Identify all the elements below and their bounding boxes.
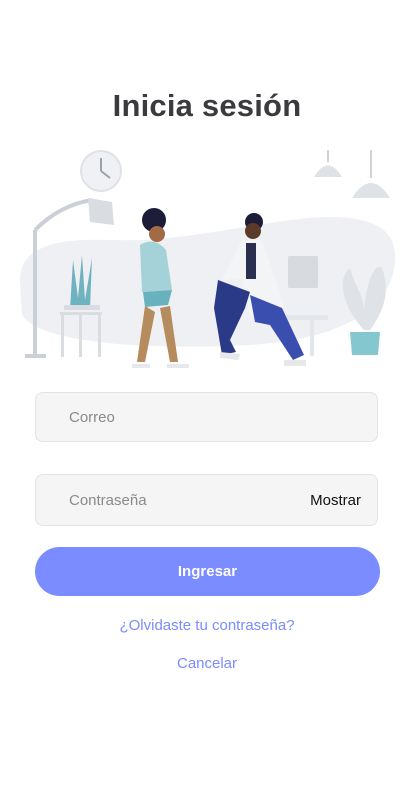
pendant-lamp-icon	[314, 150, 390, 198]
email-input[interactable]	[36, 393, 329, 441]
password-input[interactable]	[36, 475, 329, 525]
doctor-consultation-illustration	[20, 150, 396, 368]
cancel-link[interactable]: Cancelar	[0, 655, 414, 672]
email-field[interactable]	[35, 392, 378, 442]
forgot-password-link[interactable]: ¿Olvidaste tu contraseña?	[0, 617, 414, 634]
password-field[interactable]: Mostrar	[35, 474, 378, 526]
login-button[interactable]: Ingresar	[35, 547, 380, 596]
page-title: Inicia sesión	[112, 88, 302, 123]
clock-icon	[80, 150, 122, 192]
show-password-button[interactable]: Mostrar	[310, 475, 361, 525]
